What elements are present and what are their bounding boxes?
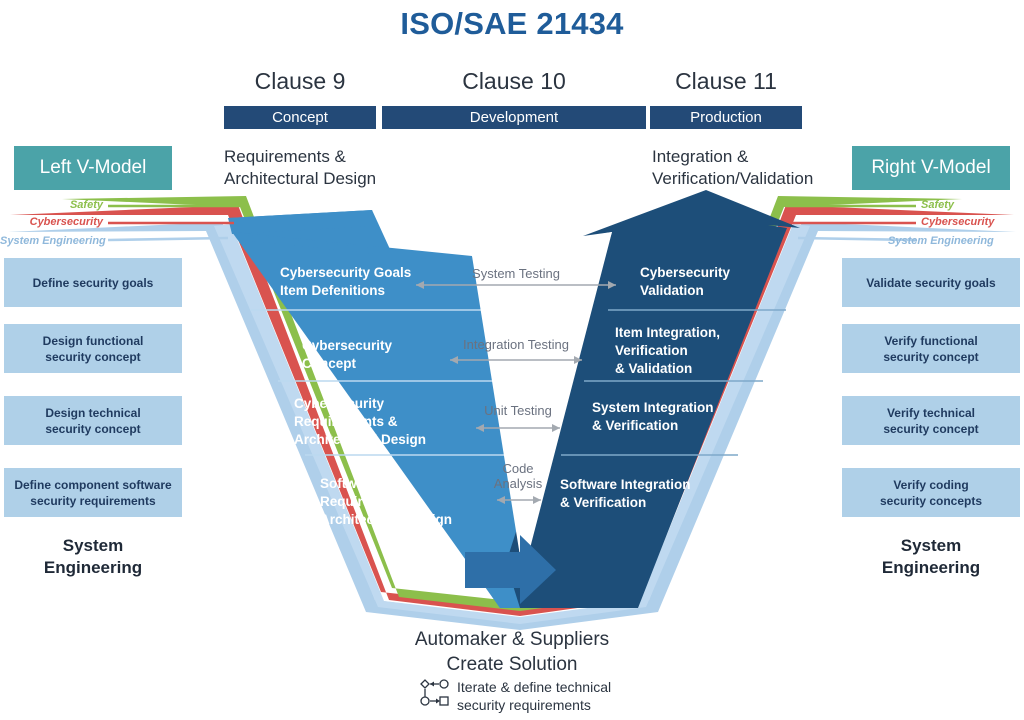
legend-label-system-engineering-right: System Engineering <box>888 235 994 247</box>
left-box-2-label: Design functional security concept <box>42 333 144 364</box>
left-box-4-label: Define component software security requir… <box>14 477 172 508</box>
legend-label-cybersecurity-left: Cybersecurity <box>29 216 103 228</box>
right-box-3-label: Verify technical security concept <box>883 405 979 436</box>
left-box-1-label: Define security goals <box>32 275 154 290</box>
right-arm-label-2: Item Integration, Verification & Validatio… <box>615 325 721 376</box>
right-box-2[interactable]: Verify functional security concept <box>842 324 1020 373</box>
right-box-2-label: Verify functional security concept <box>883 333 979 364</box>
right-arm-label-1: Cybersecurity Validation <box>640 265 731 298</box>
left-box-3[interactable]: Design technical security concept <box>4 396 182 445</box>
iterate-diamond <box>420 679 430 689</box>
legend-label-system-engineering-left: System Engineering <box>0 235 106 247</box>
right-box-1-label: Validate security goals <box>866 275 996 290</box>
iterate-icon <box>420 679 449 706</box>
left-box-4[interactable]: Define component software security requir… <box>4 468 182 517</box>
bottom-caption: Automaker & Suppliers Create Solution <box>414 629 610 675</box>
legend-label-safety-left: Safety <box>69 199 103 211</box>
legend-label-safety-right: Safety <box>921 199 955 211</box>
iterate-circle-top <box>439 679 449 689</box>
iterate-square <box>439 696 449 706</box>
legend-label-cybersecurity-right: Cybersecurity <box>921 216 995 228</box>
iterate-note: Iterate & define technical security requi… <box>457 679 612 713</box>
diagram-canvas: ISO/SAE 21434 Clause 9 Clause 10 Clause … <box>0 0 1024 720</box>
right-box-4[interactable]: Verify coding security concepts <box>842 468 1020 517</box>
right-box-4-label: Verify coding security concepts <box>879 477 983 508</box>
test-label-code-analysis: Code Analysis <box>493 461 543 491</box>
iterate-arrowhead-left <box>430 681 434 687</box>
right-box-1[interactable]: Validate security goals <box>842 258 1020 307</box>
iterate-circle-bottom <box>420 696 430 706</box>
right-footer-label: System Engineering <box>881 536 981 577</box>
left-box-2[interactable]: Design functional security concept <box>4 324 182 373</box>
right-arm-label-3: System Integration & Verification <box>592 400 714 433</box>
left-footer-label: System Engineering <box>43 536 143 577</box>
left-box-1[interactable]: Define security goals <box>4 258 182 307</box>
test-label-unit-testing: Unit Testing <box>484 403 552 418</box>
test-label-system-testing: System Testing <box>472 266 560 281</box>
test-label-integration-testing: Integration Testing <box>463 337 569 352</box>
left-box-3-label: Design technical security concept <box>45 405 141 436</box>
right-box-3[interactable]: Verify technical security concept <box>842 396 1020 445</box>
